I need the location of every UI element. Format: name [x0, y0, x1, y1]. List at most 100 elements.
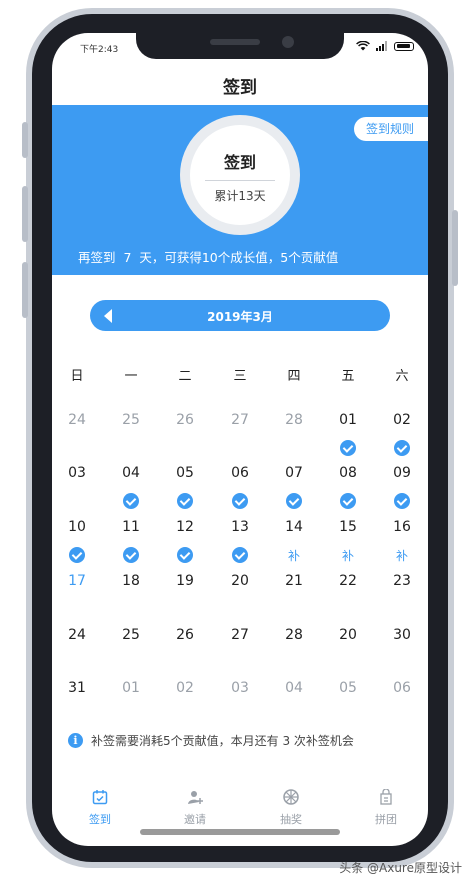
tab-label: 邀请 — [184, 813, 206, 826]
signed-check-icon — [111, 547, 151, 563]
calendar-day[interactable]: 10 — [57, 519, 97, 535]
calendar-day[interactable]: 04 — [274, 680, 314, 696]
calendar-day[interactable]: 12 — [165, 519, 205, 535]
calendar-day[interactable]: 08 — [328, 465, 368, 481]
check-circle-icon — [123, 547, 139, 563]
checkin-circle-title: 签到 — [223, 153, 256, 172]
calendar-day[interactable]: 13 — [220, 519, 260, 535]
month-selector: 2019年3月 — [90, 300, 390, 331]
calendar-day[interactable]: 26 — [165, 627, 205, 643]
check-circle-icon — [286, 493, 302, 509]
calendar-day[interactable]: 31 — [57, 680, 97, 696]
calendar-day[interactable]: 24 — [57, 412, 97, 428]
tab-lottery-wheel[interactable]: 抽奖 — [251, 789, 331, 827]
side-button — [22, 122, 28, 158]
check-circle-icon — [340, 493, 356, 509]
signed-check-icon — [165, 493, 205, 509]
makeup-notice: i 补签需要消耗5个贡献值，本月还有 3 次补签机会 — [68, 732, 354, 749]
signed-check-icon — [328, 493, 368, 509]
signed-check-icon — [165, 547, 205, 563]
calendar-day[interactable]: 30 — [382, 627, 422, 643]
signed-check-icon — [220, 493, 260, 509]
tab-group-buy[interactable]: 拼团 — [346, 788, 426, 827]
check-circle-icon — [394, 493, 410, 509]
calendar-day[interactable]: 02 — [165, 680, 205, 696]
calendar-day[interactable]: 27 — [220, 627, 260, 643]
calendar-day[interactable]: 23 — [382, 573, 422, 589]
calendar-day[interactable]: 04 — [111, 465, 151, 481]
camera — [282, 36, 294, 48]
calendar-day[interactable]: 03 — [220, 680, 260, 696]
side-button — [22, 262, 28, 318]
calendar-day[interactable]: 25 — [111, 412, 151, 428]
tab-invite-user[interactable]: 邀请 — [155, 789, 235, 827]
reward-message: 再签到 7 天，可获得10个成长值，5个贡献值 — [78, 250, 339, 265]
status-time: 下午2:43 — [80, 45, 119, 55]
calendar-day-today[interactable]: 17 — [57, 573, 97, 589]
signed-check-icon — [382, 440, 422, 456]
status-icons — [356, 41, 414, 51]
calendar-day[interactable]: 06 — [382, 680, 422, 696]
calendar-day[interactable]: 20 — [220, 573, 260, 589]
weekday-label: 一 — [124, 369, 138, 384]
calendar-day[interactable]: 20 — [328, 627, 368, 643]
calendar-day[interactable]: 19 — [165, 573, 205, 589]
calendar-day[interactable]: 16 — [382, 519, 422, 535]
side-button — [452, 210, 458, 286]
check-circle-icon — [232, 493, 248, 509]
makeup-label[interactable]: 补 — [274, 547, 314, 564]
calendar-day[interactable]: 15 — [328, 519, 368, 535]
rules-button[interactable]: 签到规则 — [353, 117, 428, 141]
invite-user-icon — [155, 789, 235, 809]
calendar-day[interactable]: 01 — [111, 680, 151, 696]
calendar-day[interactable]: 05 — [165, 465, 205, 481]
tab-calendar-check[interactable]: 签到 — [60, 789, 140, 827]
check-circle-icon — [394, 440, 410, 456]
calendar-day[interactable]: 03 — [57, 465, 97, 481]
weekday-label: 二 — [178, 369, 192, 384]
tab-label: 抽奖 — [280, 813, 302, 826]
check-circle-icon — [232, 547, 248, 563]
divider — [205, 180, 275, 181]
weekday-label: 日 — [70, 369, 84, 384]
notch — [136, 33, 344, 59]
calendar-day[interactable]: 06 — [220, 465, 260, 481]
calendar-day[interactable]: 22 — [328, 573, 368, 589]
calendar-day[interactable]: 18 — [111, 573, 151, 589]
check-circle-icon — [69, 547, 85, 563]
signed-check-icon — [220, 547, 260, 563]
checkin-circle[interactable]: 签到 累计13天 — [180, 115, 300, 235]
calendar-day[interactable]: 01 — [328, 412, 368, 428]
weekday-label: 六 — [395, 369, 409, 384]
group-buy-icon — [346, 788, 426, 809]
check-circle-icon — [177, 493, 193, 509]
makeup-label[interactable]: 补 — [382, 547, 422, 564]
page-title: 签到 — [223, 78, 257, 98]
calendar-day[interactable]: 25 — [111, 627, 151, 643]
month-label: 2019年3月 — [207, 310, 273, 324]
calendar-day[interactable]: 26 — [165, 412, 205, 428]
side-button — [22, 186, 28, 242]
calendar-day[interactable]: 09 — [382, 465, 422, 481]
calendar-check-icon — [60, 789, 140, 809]
calendar-day[interactable]: 24 — [57, 627, 97, 643]
tab-bar: 签到 邀请 抽奖 拼团 — [52, 788, 428, 829]
calendar-day[interactable]: 11 — [111, 519, 151, 535]
calendar-day[interactable]: 28 — [274, 627, 314, 643]
weekday-label: 四 — [287, 369, 301, 384]
notice-text: 补签需要消耗5个贡献值，本月还有 3 次补签机会 — [91, 734, 354, 748]
calendar-day[interactable]: 28 — [274, 412, 314, 428]
calendar-day[interactable]: 21 — [274, 573, 314, 589]
check-circle-icon — [123, 493, 139, 509]
calendar-day[interactable]: 07 — [274, 465, 314, 481]
calendar-day[interactable]: 27 — [220, 412, 260, 428]
makeup-label[interactable]: 补 — [328, 547, 368, 564]
check-circle-icon — [177, 547, 193, 563]
weekday-label: 三 — [233, 369, 247, 384]
phone-screen: 下午2:43 签到 签到规则 签到 累计13天 再签到 7 天，可获得10个成长… — [52, 33, 428, 846]
calendar-day[interactable]: 05 — [328, 680, 368, 696]
calendar-day[interactable]: 14 — [274, 519, 314, 535]
weekday-label: 五 — [341, 369, 355, 384]
checkin-banner: 签到规则 签到 累计13天 再签到 7 天，可获得10个成长值，5个贡献值 — [52, 105, 428, 275]
calendar-day[interactable]: 02 — [382, 412, 422, 428]
